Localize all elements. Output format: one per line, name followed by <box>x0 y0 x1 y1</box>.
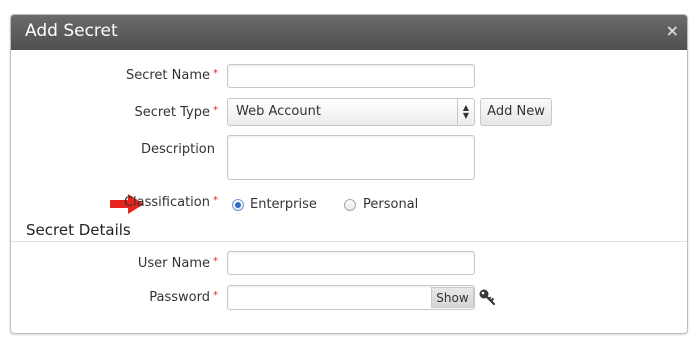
required-marker: * <box>213 290 218 301</box>
required-marker: * <box>213 68 218 79</box>
classification-label-group: Classification * <box>18 195 218 210</box>
required-marker: * <box>213 105 218 116</box>
secret-type-label-group: Secret Type * <box>18 105 218 120</box>
user-name-input[interactable] <box>227 251 475 275</box>
section-divider <box>11 241 687 242</box>
close-icon[interactable]: × <box>666 21 679 41</box>
required-marker: * <box>213 195 218 206</box>
dialog-title: Add Secret <box>25 21 118 41</box>
description-label: Description <box>140 142 215 157</box>
secret-type-value: Web Account <box>236 104 321 119</box>
secret-name-label: Secret Name <box>125 68 210 83</box>
dialog-titlebar: Add Secret × <box>11 15 687 50</box>
password-label: Password <box>149 290 210 305</box>
show-password-button[interactable]: Show <box>431 287 474 308</box>
select-arrows-icon: ▲ ▼ <box>457 99 474 125</box>
secret-type-label: Secret Type <box>134 105 210 120</box>
user-name-label: User Name <box>137 256 210 271</box>
radio-personal[interactable] <box>344 199 356 211</box>
radio-enterprise-label[interactable]: Enterprise <box>250 197 317 212</box>
classification-label: Classification <box>123 195 210 210</box>
secret-name-input[interactable] <box>227 64 475 88</box>
secret-details-heading: Secret Details <box>26 221 131 239</box>
secret-name-label-group: Secret Name * <box>18 68 218 83</box>
user-name-label-group: User NamePassword* <box>18 256 218 271</box>
add-new-button[interactable]: Add New <box>480 98 552 126</box>
key-icon[interactable] <box>478 288 496 306</box>
password-label-group: Password * <box>18 290 218 305</box>
radio-enterprise[interactable] <box>232 199 244 211</box>
description-label-group: Description <box>15 142 215 157</box>
secret-type-select[interactable]: Web Account ▲ ▼ <box>227 98 475 126</box>
required-marker: * <box>213 256 218 267</box>
radio-personal-label[interactable]: Personal <box>363 197 418 212</box>
add-secret-dialog: Add Secret × Secret Name * Secret Type * W… <box>10 14 688 334</box>
description-textarea[interactable] <box>227 135 475 180</box>
